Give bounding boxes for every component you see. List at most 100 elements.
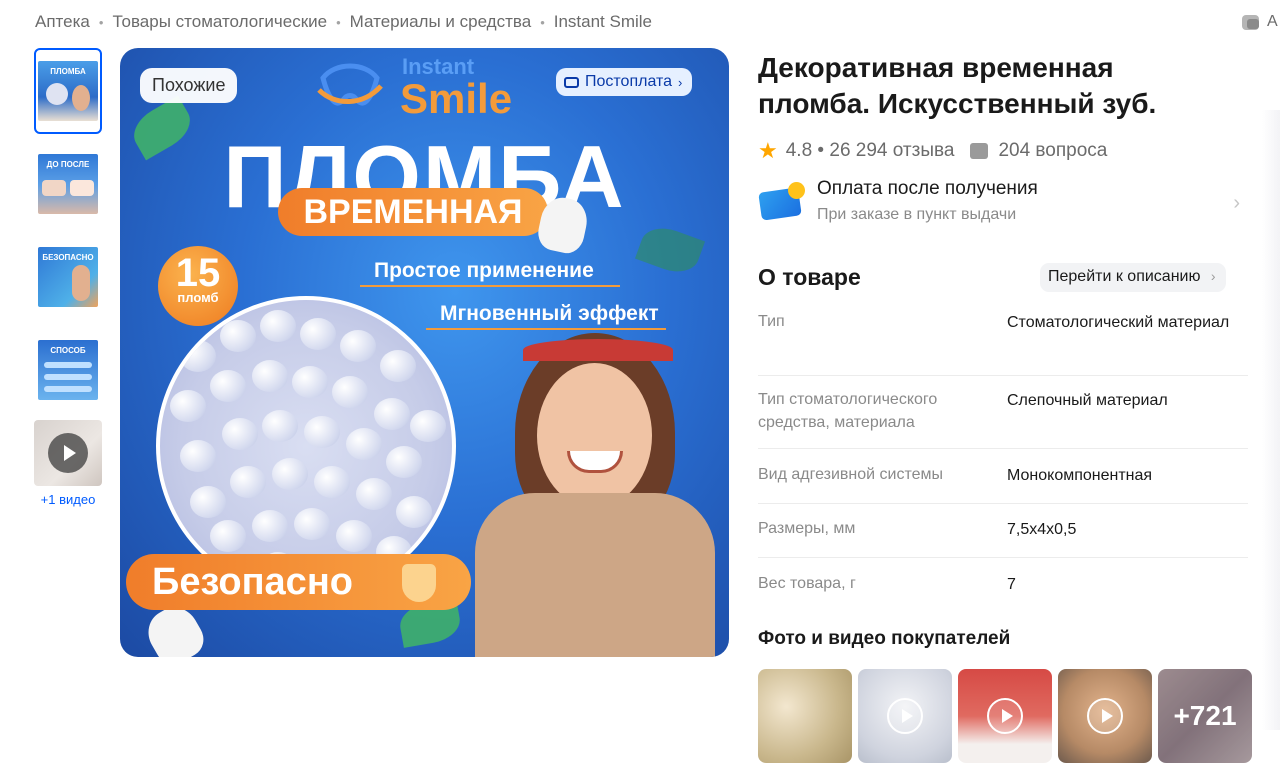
chevron-right-icon: › — [1210, 268, 1216, 284]
postpay-label: Постоплата — [585, 73, 673, 90]
customer-photo[interactable] — [758, 669, 852, 763]
similar-button[interactable]: Похожие — [140, 68, 238, 103]
before-photo — [42, 180, 66, 196]
rating-separator: • — [812, 140, 830, 161]
thumbnail-caption: ПЛОМБА — [50, 67, 86, 76]
customer-media-title: Фото и видео покупателей — [758, 628, 1011, 649]
payment-title: Оплата после получения — [817, 178, 1038, 199]
pellet-shape — [294, 508, 330, 540]
spec-key: Тип стоматологического средства, материа… — [758, 391, 938, 431]
rating-row: ★ 4.8 • 26 294 отзыва 204 вопроса — [758, 138, 1107, 164]
feature-underline — [426, 328, 666, 330]
pellet-shape — [300, 318, 336, 350]
coin-shape — [788, 182, 805, 199]
questions-link[interactable]: 204 вопроса — [998, 140, 1107, 162]
brand-line-2: Smile — [400, 75, 513, 122]
breadcrumb-item-brand[interactable]: Instant Smile — [554, 12, 652, 32]
safe-label: Безопасно — [152, 561, 353, 603]
thumbnail-video[interactable]: +1 видео — [34, 420, 102, 510]
thumbnail-4[interactable]: СПОСОБ — [34, 327, 102, 413]
payment-cards-icon — [758, 180, 806, 224]
pellet-shape — [210, 370, 246, 402]
top-right-action[interactable]: А — [1242, 13, 1278, 31]
breadcrumb-item-dental-goods[interactable]: Товары стоматологические — [112, 12, 327, 32]
pellet-shape — [410, 410, 446, 442]
pellet-shape — [332, 376, 368, 408]
about-title: О товаре — [758, 264, 861, 290]
spec-key: Размеры, мм — [758, 520, 856, 537]
more-count: +721 — [1158, 669, 1252, 763]
pellet-shape — [386, 446, 422, 478]
breadcrumb-separator: • — [98, 14, 104, 30]
goto-description-label: Перейти к описанию — [1048, 268, 1201, 285]
pellet-shape — [380, 350, 416, 382]
spec-value: Стоматологический материал — [1007, 314, 1230, 331]
feature-easy-use: Простое применение — [374, 259, 594, 282]
thumbnail-2[interactable]: ДО ПОСЛЕ — [34, 141, 102, 227]
pellets-shape — [46, 83, 68, 105]
pellet-shape — [336, 520, 372, 552]
pellet-shape — [170, 390, 206, 422]
face-shape — [72, 85, 90, 111]
spec-row: Вид адгезивной системы Монокомпонентная — [758, 449, 1248, 504]
feature-underline — [360, 285, 620, 287]
main-product-image[interactable]: Instant Smile ПЛОМБА ВРЕМЕННАЯ 15 пломб … — [120, 48, 729, 657]
thumbnail-1[interactable]: ПЛОМБА — [34, 48, 102, 134]
customer-media-strip: +721 — [758, 669, 1252, 763]
pellet-shape — [180, 340, 216, 372]
model-body — [475, 493, 715, 657]
goto-description-button[interactable]: Перейти к описанию › — [1040, 263, 1226, 292]
spec-key: Вес товара, г — [758, 575, 856, 592]
spec-key: Вид адгезивной системы — [758, 466, 944, 483]
pellet-shape — [252, 360, 288, 392]
customer-video[interactable] — [958, 669, 1052, 763]
thumbnail-3[interactable]: БЕЗОПАСНО — [34, 234, 102, 320]
count-unit: пломб — [177, 290, 219, 305]
payment-text: Оплата после получения При заказе в пунк… — [817, 178, 1038, 224]
pellet-shape — [180, 440, 216, 472]
pellet-shape — [222, 418, 258, 450]
person-shape — [72, 265, 90, 301]
text-line-shape — [44, 362, 92, 368]
play-icon — [1087, 698, 1123, 734]
video-count-label: +1 видео — [40, 492, 96, 507]
brand-logo-text: Instant Smile — [400, 56, 512, 120]
pellet-shape — [346, 428, 382, 460]
thumbnail-image: БЕЗОПАСНО — [38, 247, 98, 307]
spec-value: 7 — [1007, 576, 1016, 593]
model-headband — [523, 339, 673, 361]
spec-row: Вес товара, г 7 — [758, 558, 1248, 612]
payment-after-receipt[interactable]: Оплата после получения При заказе в пунк… — [758, 178, 1248, 234]
top-right-label: А — [1267, 13, 1278, 30]
breadcrumb-item-pharmacy[interactable]: Аптека — [35, 12, 90, 32]
shield-check-icon — [402, 564, 436, 602]
pellet-shape — [190, 486, 226, 518]
text-line-shape — [44, 374, 92, 380]
spec-table: Тип Стоматологический материал Тип стома… — [758, 304, 1248, 612]
payment-subtitle: При заказе в пункт выдачи — [817, 206, 1017, 223]
thumbnail-image: ДО ПОСЛЕ — [38, 154, 98, 214]
video-thumbnail-image — [34, 420, 102, 486]
safe-banner: Безопасно — [126, 554, 471, 610]
customer-video[interactable] — [858, 669, 952, 763]
model-face — [537, 363, 652, 508]
chevron-right-icon: › — [678, 74, 683, 90]
thumbnail-image: СПОСОБ — [38, 340, 98, 400]
brand-logo-icon — [317, 63, 383, 106]
rating-value[interactable]: 4.8 — [786, 140, 812, 162]
page-edge-shadow — [1262, 110, 1280, 730]
chat-icon — [1242, 14, 1259, 30]
postpay-button[interactable]: Постоплата › — [556, 68, 693, 96]
spec-row: Тип Стоматологический материал — [758, 304, 1248, 376]
reviews-link[interactable]: 26 294 отзыва — [829, 140, 954, 162]
customer-video[interactable] — [1058, 669, 1152, 763]
spec-value: Монокомпонентная — [1007, 467, 1153, 484]
customer-media-more[interactable]: +721 — [1158, 669, 1252, 763]
breadcrumb-separator: • — [540, 14, 545, 30]
breadcrumb-item-materials[interactable]: Материалы и средства — [350, 12, 532, 32]
pellet-shape — [374, 398, 410, 430]
thumbnail-caption: ДО ПОСЛЕ — [46, 160, 90, 169]
spec-key: Тип — [758, 313, 785, 330]
breadcrumb-separator: • — [336, 14, 341, 30]
text-line-shape — [44, 386, 92, 392]
